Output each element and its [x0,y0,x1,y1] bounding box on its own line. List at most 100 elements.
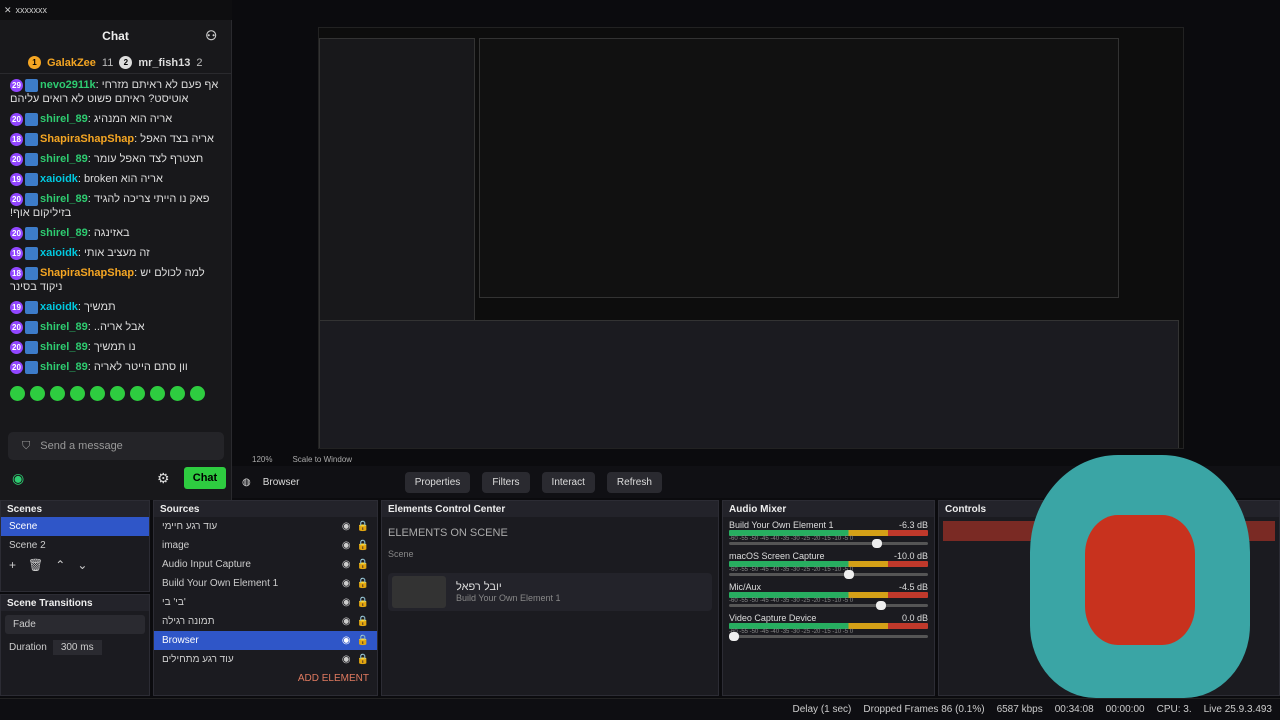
chat-username[interactable]: nevo2911k [40,79,96,91]
eye-icon[interactable]: ◉ [342,521,351,532]
source-item[interactable]: Audio Input Capture ◉ 🔒 [154,555,377,574]
close-icon[interactable]: ✕ [4,5,12,16]
chat-text: אריה הוא broken [84,173,163,185]
refresh-button[interactable]: Refresh [606,471,662,493]
chat-username[interactable]: shirel_89 [40,113,88,125]
recording-time: 00:34:08 [1054,704,1094,715]
chat-username[interactable]: shirel_89 [40,361,88,373]
leader-name[interactable]: GalakZee [47,57,96,69]
emote-icon[interactable] [110,386,125,401]
lock-icon[interactable]: 🔒 [357,654,369,665]
emote-icon[interactable] [30,386,45,401]
channel-db: -6.3 dB [898,520,928,530]
eye-icon[interactable]: ◉ [342,597,351,608]
transition-select[interactable]: Fade [5,615,145,634]
chat-text: אריה הוא המנהיג [93,113,173,125]
emote-icon[interactable] [10,386,25,401]
lock-icon[interactable]: 🔒 [357,521,369,532]
chat-username[interactable]: ShapiraShapShap [40,133,134,145]
lock-icon[interactable]: 🔒 [357,559,369,570]
chat-messages: 29 nevo2911k: אף פעם לא ראיתם מזרחי אוטיס… [0,74,231,374]
eye-icon[interactable]: ◉ [342,635,351,646]
add-icon[interactable]: + [9,558,16,572]
source-item[interactable]: עוד רגע מתחילים ◉ 🔒 [154,650,377,669]
source-item[interactable]: בי' בי' ◉ 🔒 [154,593,377,612]
trash-icon[interactable]: 🗑 [28,558,43,572]
lock-icon[interactable]: 🔒 [357,616,369,627]
chat-username[interactable]: shirel_89 [40,321,88,333]
source-item[interactable]: עוד רגע חיימי ◉ 🔒 [154,517,377,536]
emote-icon[interactable] [50,386,65,401]
duration-input[interactable]: 300 ms [52,640,102,655]
chat-title: Chat [102,29,129,43]
scene-item[interactable]: Scene 2 [1,536,149,555]
element-card[interactable]: יובל רפאל Build Your Own Element 1 [388,573,712,611]
bits-badge-icon [25,192,38,206]
chat-button[interactable]: Chat [184,467,226,489]
chat-username[interactable]: xaioidk [40,173,78,185]
ecc-heading: ELEMENTS ON SCENE [388,527,508,539]
chat-username[interactable]: ShapiraShapShap [40,267,134,279]
emote-icon[interactable] [190,386,205,401]
chat-text: זה מעציב אותי [84,247,150,259]
emote-icon[interactable] [170,386,185,401]
lock-icon[interactable]: 🔒 [357,635,369,646]
sources-panel: Sources עוד רגע חיימי ◉ 🔒 image ◉ 🔒 Audio Inpu… [153,500,378,696]
eye-icon[interactable]: ◉ [342,616,351,627]
volume-slider[interactable] [729,632,928,641]
source-label: בי' בי' [162,597,186,608]
properties-button[interactable]: Properties [404,471,471,493]
volume-slider[interactable] [729,601,928,610]
scale-select[interactable]: Scale to Window [292,455,352,464]
emote-icon[interactable] [70,386,85,401]
emote-icon[interactable] [150,386,165,401]
eye-icon[interactable]: ◉ [342,578,351,589]
add-element-button[interactable]: ADD ELEMENT [298,673,369,684]
points-icon[interactable]: ◉ [12,470,24,487]
sub-badge-icon: 18 [10,132,23,146]
chat-input[interactable]: ⛉ Send a message [8,432,224,460]
volume-slider[interactable] [729,570,928,579]
scene-item[interactable]: Scene [1,517,149,536]
eye-icon[interactable]: ◉ [342,559,351,570]
source-item[interactable]: Browser ◉ 🔒 [154,631,377,650]
mixer-channel: Video Capture Device 0.0 dB -60 -55 -50 -4… [723,610,934,641]
down-icon[interactable]: ⌄ [77,558,87,572]
chat-username[interactable]: xaioidk [40,247,78,259]
chat-username[interactable]: xaioidk [40,301,78,313]
volume-slider[interactable] [729,539,928,548]
sub-badge-icon: 19 [10,246,23,260]
bits-badge-icon [25,172,38,186]
interact-button[interactable]: Interact [541,471,595,493]
chat-username[interactable]: shirel_89 [40,153,88,165]
chat-username[interactable]: shirel_89 [40,193,88,205]
sub-badge-icon: 20 [10,320,23,334]
bits-badge-icon [25,132,38,146]
lock-icon[interactable]: 🔒 [357,540,369,551]
up-icon[interactable]: ⌃ [55,558,65,572]
eye-icon[interactable]: ◉ [342,540,351,551]
source-item[interactable]: Build Your Own Element 1 ◉ 🔒 [154,574,377,593]
chat-message: 20 shirel_89: פאק נו הייתי צריכה להגיד בז… [10,192,210,219]
window-title: xxxxxxx [15,5,48,15]
users-icon[interactable]: ⚇ [205,28,217,44]
chat-username[interactable]: shirel_89 [40,341,88,353]
channel-db: -10.0 dB [893,551,928,561]
lock-icon[interactable]: 🔒 [357,578,369,589]
chat-username[interactable]: shirel_89 [40,227,88,239]
bits-badge-icon [25,300,38,314]
eye-icon[interactable]: ◉ [342,654,351,665]
gear-icon[interactable]: ⚙ [157,470,170,487]
source-item[interactable]: image ◉ 🔒 [154,536,377,555]
source-item[interactable]: תמונה רגילה ◉ 🔒 [154,612,377,631]
bits-badge-icon [25,112,38,126]
lock-icon[interactable]: 🔒 [357,597,369,608]
zoom-level[interactable]: 120% [252,455,272,464]
filters-button[interactable]: Filters [482,471,530,493]
leader-name[interactable]: mr_fish13 [138,57,190,69]
emote-icon[interactable] [130,386,145,401]
scenes-header: Scenes [1,501,149,517]
emote-icon[interactable] [90,386,105,401]
channel-name: Video Capture Device [729,613,817,623]
mixer-channel: Build Your Own Element 1 -6.3 dB -60 -55 -… [723,517,934,548]
